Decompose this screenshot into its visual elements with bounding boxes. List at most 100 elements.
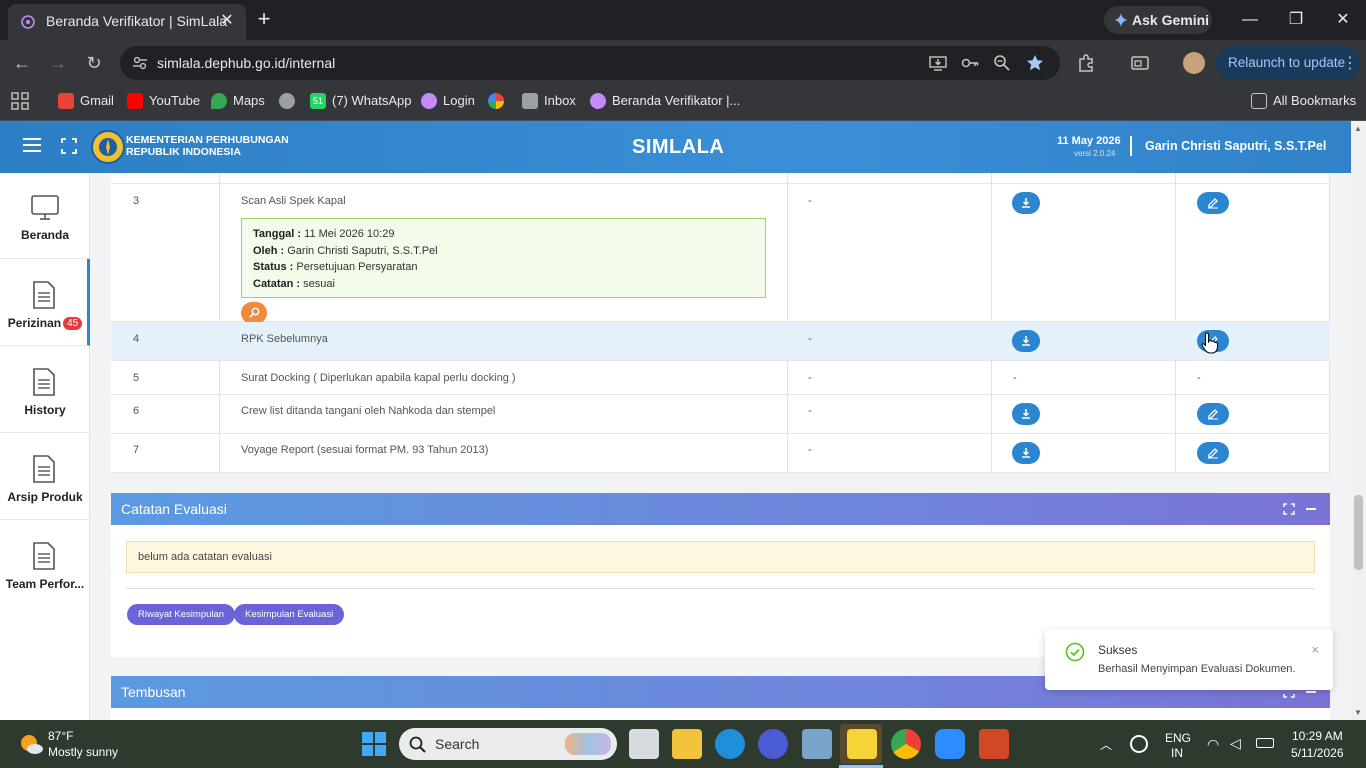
kesimpulan-evaluasi-button[interactable]: Kesimpulan Evaluasi: [234, 604, 345, 625]
table-row: 7 Voyage Report (sesuai format PM. 93 Ta…: [111, 434, 1330, 473]
chrome-icon[interactable]: [891, 729, 921, 759]
sidebar-item-history[interactable]: History: [0, 346, 90, 433]
zoom-icon[interactable]: [992, 53, 1012, 73]
clock-date[interactable]: 5/11/2026: [1291, 746, 1344, 760]
scrollbar-thumb[interactable]: [1354, 495, 1363, 570]
profile-avatar[interactable]: [1183, 52, 1205, 74]
browser-tab[interactable]: Beranda Verifikator | SimLala ✕: [8, 4, 246, 40]
hamburger-menu-icon[interactable]: [23, 137, 41, 153]
login-icon: [421, 92, 437, 109]
sidebar-item-perizinan[interactable]: Perizinan 45: [0, 259, 90, 346]
minimize-icon[interactable]: —: [1238, 8, 1262, 32]
bookmark-photos[interactable]: [488, 92, 510, 114]
bookmark-beranda[interactable]: Beranda Verifikator |...: [590, 92, 740, 114]
clock-time[interactable]: 10:29 AM: [1292, 729, 1343, 743]
all-bookmarks[interactable]: All Bookmarks: [1251, 92, 1356, 114]
wifi-icon[interactable]: ◠: [1207, 736, 1219, 753]
maps-icon: [211, 92, 227, 109]
bookmark-maps[interactable]: Maps: [211, 92, 265, 114]
card-header: Catatan Evaluasi: [111, 493, 1330, 525]
ask-gemini-button[interactable]: Ask Gemini: [1104, 6, 1212, 34]
download-button[interactable]: [1012, 330, 1040, 352]
success-toast: Sukses Berhasil Menyimpan Evaluasi Dokum…: [1045, 629, 1333, 690]
install-app-icon[interactable]: [928, 53, 948, 73]
inbox-icon: [522, 92, 538, 109]
row-number: 7: [133, 444, 140, 456]
scroll-up-icon[interactable]: ▲: [1354, 124, 1362, 133]
tab-close-icon[interactable]: ✕: [216, 10, 238, 32]
address-bar[interactable]: simlala.dephub.go.id/internal: [120, 46, 1060, 80]
collapse-icon[interactable]: [1306, 691, 1316, 693]
bookmark-star-icon[interactable]: [1025, 53, 1045, 73]
document-name: Surat Docking ( Diperlukan apabila kapal…: [241, 372, 516, 384]
documents-table: 3 Scan Asli Spek Kapal Tanggal : 11 Mei …: [111, 173, 1330, 473]
sticky-notes-icon[interactable]: [847, 729, 877, 759]
edit-button[interactable]: [1197, 442, 1229, 464]
download-button[interactable]: [1012, 192, 1040, 214]
file-explorer-icon[interactable]: [672, 729, 702, 759]
whatsapp-icon: 51: [310, 92, 326, 109]
info-status: Status : Persetujuan Persyaratan: [253, 259, 754, 276]
edit-button[interactable]: [1197, 192, 1229, 214]
lang-in[interactable]: IN: [1171, 746, 1183, 760]
sidebar-item-arsip-produk[interactable]: Arsip Produk: [0, 433, 90, 520]
sidebar-label-team-performance: Team Perfor...: [5, 577, 85, 591]
collapse-icon[interactable]: [1306, 508, 1316, 510]
forward-icon[interactable]: →: [45, 50, 71, 76]
table-row: 4 RPK Sebelumnya -: [111, 322, 1330, 361]
app-icon[interactable]: [758, 729, 788, 759]
riwayat-kesimpulan-button[interactable]: Riwayat Kesimpulan: [127, 604, 236, 625]
bookmark-gmail[interactable]: Gmail: [58, 92, 114, 114]
apps-grid-icon[interactable]: [11, 92, 29, 110]
row-number: 6: [133, 405, 140, 417]
bookmark-whatsapp[interactable]: 51 (7) WhatsApp: [310, 92, 411, 114]
document-name: Voyage Report (sesuai format PM. 93 Tahu…: [241, 444, 489, 456]
new-tab-button[interactable]: +: [252, 8, 276, 32]
edge-icon[interactable]: [715, 729, 745, 759]
password-key-icon[interactable]: [960, 53, 980, 73]
page-scrollbar[interactable]: [1351, 121, 1366, 720]
powerpoint-icon[interactable]: [979, 729, 1009, 759]
task-view-icon[interactable]: [629, 729, 659, 759]
bookmark-inbox[interactable]: Inbox: [522, 92, 576, 114]
fullscreen-icon[interactable]: [61, 138, 77, 154]
edit-button[interactable]: [1197, 403, 1229, 425]
download-button[interactable]: [1012, 403, 1040, 425]
lang-eng[interactable]: ENG: [1165, 731, 1191, 745]
perizinan-badge: 45: [63, 317, 83, 330]
volume-icon[interactable]: ◁: [1230, 735, 1241, 752]
battery-icon[interactable]: [1256, 738, 1274, 748]
site-info-icon[interactable]: [130, 53, 150, 73]
extensions-icon[interactable]: [1076, 53, 1096, 73]
tab-search-icon[interactable]: [1130, 53, 1150, 73]
scroll-down-icon[interactable]: ▼: [1354, 708, 1362, 717]
divider: [126, 588, 1315, 589]
bookmark-youtube[interactable]: YouTube: [127, 92, 200, 114]
menu-dots-icon[interactable]: ⋮: [1342, 53, 1358, 73]
download-button[interactable]: [1012, 442, 1040, 464]
bookmark-login[interactable]: Login: [421, 92, 475, 114]
row-col3-value: -: [808, 372, 812, 384]
toast-close-icon[interactable]: ×: [1311, 642, 1319, 657]
view-detail-button[interactable]: [241, 302, 267, 324]
back-icon[interactable]: ←: [9, 50, 35, 76]
sidebar-item-beranda[interactable]: Beranda: [0, 173, 90, 259]
evaluation-note: belum ada catatan evaluasi: [126, 541, 1315, 573]
show-hidden-icons[interactable]: ︿: [1100, 736, 1112, 753]
relaunch-button[interactable]: Relaunch to update ⋮: [1216, 46, 1360, 80]
card-title: Catatan Evaluasi: [121, 501, 227, 517]
tanggal-label: Tanggal :: [253, 228, 302, 240]
user-name[interactable]: Garin Christi Saputri, S.S.T.Pel: [1145, 139, 1326, 153]
row-col3-value: -: [808, 195, 812, 207]
close-window-icon[interactable]: ✕: [1331, 8, 1355, 32]
sidebar-item-team-performance[interactable]: Team Perfor...: [0, 520, 90, 607]
hand-cursor-icon: [1201, 332, 1219, 354]
kemenhub-logo-icon: [91, 129, 125, 165]
reload-icon[interactable]: ↻: [81, 50, 107, 76]
maximize-icon[interactable]: ❐: [1284, 8, 1308, 32]
zoom-app-icon[interactable]: [935, 729, 965, 759]
sync-icon[interactable]: [1130, 735, 1148, 753]
camera-icon[interactable]: [802, 729, 832, 759]
bookmark-globe[interactable]: [279, 92, 301, 114]
expand-icon[interactable]: [1283, 503, 1295, 515]
